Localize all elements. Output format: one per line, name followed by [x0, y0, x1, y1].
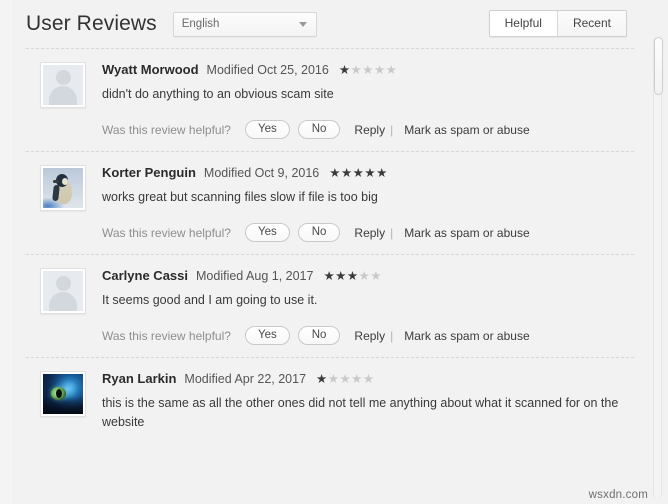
sort-helpful-button[interactable]: Helpful: [489, 11, 557, 36]
sort-recent-button[interactable]: Recent: [556, 11, 626, 36]
review-list: Wyatt Morwood Modified Oct 25, 2016 ★★★★…: [14, 48, 646, 444]
review-author: Korter Penguin: [102, 165, 196, 180]
reply-link[interactable]: Reply: [354, 123, 385, 137]
review-text: It seems good and I am going to use it.: [102, 293, 318, 307]
star-rating: ★★★★★: [316, 372, 375, 386]
review-modified-date: Modified Oct 25, 2016: [206, 63, 329, 77]
helpful-no-button[interactable]: No: [297, 326, 341, 345]
star-rating: ★★★★★: [323, 269, 382, 283]
review-text: this is the same as all the other ones d…: [102, 396, 619, 429]
avatar: [40, 165, 86, 211]
language-select-value: English: [181, 18, 220, 30]
review-body: Wyatt Morwood Modified Oct 25, 2016 ★★★★…: [102, 62, 634, 139]
avatar: [40, 62, 86, 108]
review-modified-date: Modified Apr 22, 2017: [184, 372, 307, 386]
review-meta: Carlyne Cassi Modified Aug 1, 2017 ★★★★★: [102, 268, 620, 283]
review-modified-date: Modified Oct 9, 2016: [203, 166, 320, 180]
vertical-scrollbar-thumb[interactable]: [654, 37, 663, 95]
left-gutter: [0, 0, 14, 504]
user-reviews-page: User Reviews English Helpful Recent Wyat…: [0, 0, 668, 504]
review-actions: Was this review helpful? Yes No Reply | …: [102, 223, 620, 242]
review-body: Carlyne Cassi Modified Aug 1, 2017 ★★★★★…: [102, 268, 634, 345]
review-item: Wyatt Morwood Modified Oct 25, 2016 ★★★★…: [26, 48, 634, 151]
review-actions: Was this review helpful? Yes No Reply | …: [102, 326, 620, 345]
helpful-question-label: Was this review helpful?: [102, 225, 231, 240]
review-body: Korter Penguin Modified Oct 9, 2016 ★★★★…: [102, 165, 634, 242]
review-author: Carlyne Cassi: [102, 268, 188, 283]
action-separator: |: [390, 122, 394, 137]
helpful-yes-button[interactable]: Yes: [244, 223, 290, 242]
avatar: [40, 268, 86, 314]
penguin-photo-avatar-icon: [43, 168, 83, 208]
nebula-eye-photo-avatar-icon: [43, 374, 83, 414]
star-rating: ★★★★★: [329, 166, 388, 180]
review-item: Ryan Larkin Modified Apr 22, 2017 ★★★★★ …: [26, 357, 634, 444]
default-person-avatar-icon: [43, 271, 83, 311]
review-meta: Wyatt Morwood Modified Oct 25, 2016 ★★★★…: [102, 62, 620, 77]
reply-link[interactable]: Reply: [354, 329, 385, 343]
page-title: User Reviews: [26, 12, 157, 35]
helpful-yes-button[interactable]: Yes: [244, 120, 290, 139]
helpful-no-button[interactable]: No: [297, 223, 341, 242]
review-item: Korter Penguin Modified Oct 9, 2016 ★★★★…: [26, 151, 634, 254]
review-text: works great but scanning files slow if f…: [102, 190, 378, 204]
star-rating: ★★★★★: [338, 63, 398, 77]
chevron-down-icon: [298, 22, 307, 27]
sort-toggle-group: Helpful Recent: [488, 10, 627, 37]
watermark: wsxdn.com: [588, 489, 648, 501]
review-modified-date: Modified Aug 1, 2017: [196, 269, 314, 283]
helpful-yes-button[interactable]: Yes: [244, 326, 290, 345]
review-item: Carlyne Cassi Modified Aug 1, 2017 ★★★★★…: [26, 254, 634, 357]
review-author: Wyatt Morwood: [102, 62, 199, 77]
language-select[interactable]: English: [172, 11, 317, 37]
reply-link[interactable]: Reply: [354, 226, 385, 240]
reviews-header: User Reviews English Helpful Recent: [14, 0, 646, 48]
action-separator: |: [390, 328, 394, 343]
default-person-avatar-icon: [43, 65, 83, 105]
mark-spam-link[interactable]: Mark as spam or abuse: [404, 226, 529, 240]
action-separator: |: [390, 225, 394, 240]
vertical-scrollbar-track[interactable]: [653, 37, 663, 499]
mark-spam-link[interactable]: Mark as spam or abuse: [404, 123, 529, 137]
review-body: Ryan Larkin Modified Apr 22, 2017 ★★★★★ …: [102, 371, 634, 432]
helpful-question-label: Was this review helpful?: [102, 328, 231, 343]
reviews-content-area: User Reviews English Helpful Recent Wyat…: [14, 0, 646, 504]
review-author: Ryan Larkin: [102, 371, 177, 386]
review-actions: Was this review helpful? Yes No Reply | …: [102, 120, 620, 139]
helpful-no-button[interactable]: No: [297, 120, 341, 139]
helpful-question-label: Was this review helpful?: [102, 122, 231, 137]
review-text: didn't do anything to an obvious scam si…: [102, 87, 334, 101]
review-meta: Ryan Larkin Modified Apr 22, 2017 ★★★★★: [102, 371, 620, 386]
review-meta: Korter Penguin Modified Oct 9, 2016 ★★★★…: [102, 165, 620, 180]
avatar: [40, 371, 86, 417]
mark-spam-link[interactable]: Mark as spam or abuse: [404, 329, 529, 343]
